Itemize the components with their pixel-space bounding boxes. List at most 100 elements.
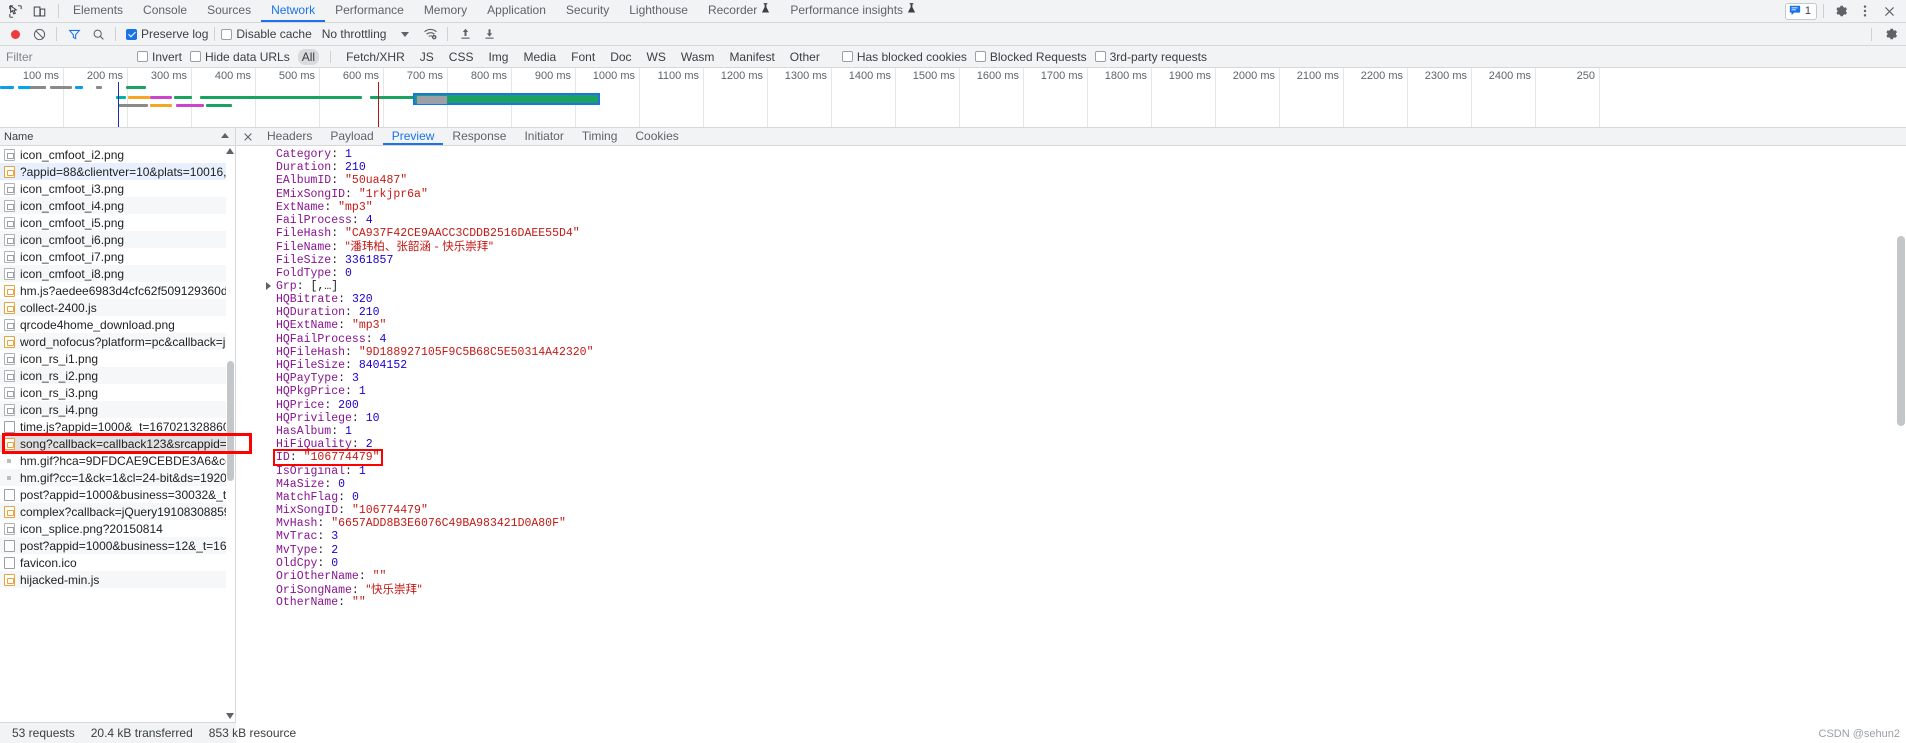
json-property-row[interactable]: M4aSize: 0 (236, 478, 1906, 491)
request-row[interactable]: qrcode4home_download.png (0, 316, 235, 333)
tab-network[interactable]: Network (261, 0, 326, 22)
json-property-row[interactable]: Grp: [,…] (236, 280, 1906, 293)
request-row[interactable]: hijacked-min.js (0, 571, 235, 588)
request-row[interactable]: icon_rs_i3.png (0, 384, 235, 401)
throttling-dropdown[interactable]: No throttling (320, 27, 412, 41)
tab-performance[interactable]: Performance (325, 0, 414, 22)
detail-tab-headers[interactable]: Headers (258, 128, 321, 145)
json-property-row[interactable]: FoldType: 0 (236, 267, 1906, 280)
json-property-row[interactable]: HQPkgPrice: 1 (236, 385, 1906, 398)
request-row[interactable]: icon_rs_i2.png (0, 367, 235, 384)
request-row[interactable]: ?appid=88&clientver=10&plats=10016,10017… (0, 163, 235, 180)
json-property-row[interactable]: HQExtName: "mp3" (236, 319, 1906, 332)
json-property-row[interactable]: MatchFlag: 0 (236, 491, 1906, 504)
request-row[interactable]: complex?callback=jQuery19108308859998824… (0, 503, 235, 520)
request-row[interactable]: word_nofocus?platform=pc&callback=jQuery… (0, 333, 235, 350)
request-row[interactable]: post?appid=1000&business=12&_t=167021328… (0, 537, 235, 554)
detail-tab-payload[interactable]: Payload (321, 128, 382, 145)
json-property-row[interactable]: HQBitrate: 320 (236, 293, 1906, 306)
record-button[interactable] (4, 24, 26, 45)
search-icon[interactable] (87, 24, 109, 45)
filter-type-js[interactable]: JS (416, 49, 438, 65)
network-overview-timeline[interactable]: 100 ms 200 ms 300 ms 400 ms 500 ms 600 ms 700 … (0, 68, 1906, 128)
json-property-row[interactable]: OriSongName: "快乐崇拜" (236, 583, 1906, 598)
json-property-row[interactable]: HQFileSize: 8404152 (236, 359, 1906, 372)
request-row[interactable]: icon_cmfoot_i4.png (0, 197, 235, 214)
filter-type-ws[interactable]: WS (643, 49, 670, 65)
blocked-requests-checkbox[interactable]: Blocked Requests (974, 50, 1087, 64)
inspect-element-icon[interactable] (4, 1, 26, 22)
clear-button[interactable] (28, 24, 50, 45)
json-property-row[interactable]: OldCpy: 0 (236, 557, 1906, 570)
json-property-row[interactable]: ID: "106774479" (236, 451, 1906, 464)
more-options-icon[interactable] (1854, 1, 1876, 22)
sort-ascending-icon[interactable] (221, 133, 229, 138)
detail-tab-preview[interactable]: Preview (382, 128, 444, 145)
request-row[interactable]: hm.gif?hca=9DFDCAE9CEBDE3A6&cc=1&ck=1. (0, 452, 235, 469)
json-property-row[interactable]: MvHash: "6657ADD8B3E6076C49BA983421D0A80… (236, 517, 1906, 530)
request-row[interactable]: collect-2400.js (0, 299, 235, 316)
filter-type-font[interactable]: Font (567, 49, 599, 65)
filter-type-css[interactable]: CSS (445, 49, 478, 65)
json-property-row[interactable]: MvTrac: 3 (236, 530, 1906, 543)
request-row[interactable]: post?appid=1000&business=30032&_t=167021 (0, 486, 235, 503)
filter-type-wasm[interactable]: Wasm (677, 49, 719, 65)
third-party-requests-checkbox[interactable]: 3rd-party requests (1094, 50, 1207, 64)
json-property-row[interactable]: Duration: 210 (236, 161, 1906, 174)
json-property-row[interactable]: HQPayType: 3 (236, 372, 1906, 385)
has-blocked-cookies-checkbox[interactable]: Has blocked cookies (841, 50, 967, 64)
disable-cache-checkbox[interactable]: Disable cache (221, 27, 312, 41)
scrollbar-thumb[interactable] (227, 361, 234, 481)
request-row[interactable]: song?callback=callback123&srcappid=2919&… (0, 435, 235, 452)
tab-lighthouse[interactable]: Lighthouse (619, 0, 698, 22)
request-row[interactable]: icon_cmfoot_i3.png (0, 180, 235, 197)
json-property-row[interactable]: HQPrivilege: 10 (236, 412, 1906, 425)
request-row[interactable]: hm.gif?cc=1&ck=1&cl=24-bit&ds=1920x10808 (0, 469, 235, 486)
tab-application[interactable]: Application (477, 0, 556, 22)
close-detail-icon[interactable] (238, 128, 258, 145)
filter-type-manifest[interactable]: Manifest (725, 49, 778, 65)
preserve-log-checkbox[interactable]: Preserve log (126, 27, 208, 41)
json-property-row[interactable]: MvType: 2 (236, 544, 1906, 557)
request-list-scrollbar[interactable] (226, 146, 235, 722)
request-row[interactable]: icon_cmfoot_i8.png (0, 265, 235, 282)
expand-triangle-icon[interactable] (266, 281, 271, 290)
filter-input[interactable] (4, 48, 129, 65)
json-property-row[interactable]: HQPrice: 200 (236, 399, 1906, 412)
request-row[interactable]: icon_cmfoot_i6.png (0, 231, 235, 248)
filter-type-fetch-xhr[interactable]: Fetch/XHR (342, 49, 409, 65)
export-har-icon[interactable] (478, 24, 500, 45)
close-devtools-icon[interactable] (1878, 1, 1900, 22)
tab-sources[interactable]: Sources (197, 0, 261, 22)
json-property-row[interactable]: Category: 1 (236, 148, 1906, 161)
json-property-row[interactable]: HQDuration: 210 (236, 306, 1906, 319)
request-row[interactable]: favicon.ico (0, 554, 235, 571)
tab-memory[interactable]: Memory (414, 0, 477, 22)
request-row[interactable]: time.js?appid=1000&_t=1670213288606&_r=0… (0, 418, 235, 435)
filter-type-media[interactable]: Media (519, 49, 560, 65)
json-property-row[interactable]: HiFiQuality: 2 (236, 438, 1906, 451)
json-preview-body[interactable]: Category: 1 Duration: 210 EAlbumID: "50ua4… (236, 146, 1906, 743)
detail-tab-cookies[interactable]: Cookies (626, 128, 687, 145)
request-row[interactable]: icon_cmfoot_i2.png (0, 146, 235, 163)
request-row[interactable]: icon_rs_i1.png (0, 350, 235, 367)
json-property-row[interactable]: MixSongID: "106774479" (236, 504, 1906, 517)
json-property-row[interactable]: HasAlbum: 1 (236, 425, 1906, 438)
tab-recorder[interactable]: Recorder (698, 0, 780, 22)
detail-tab-initiator[interactable]: Initiator (515, 128, 572, 145)
detail-tab-timing[interactable]: Timing (573, 128, 627, 145)
settings-gear-icon[interactable] (1830, 1, 1852, 22)
column-header-name[interactable]: Name (4, 131, 33, 143)
tab-console[interactable]: Console (133, 0, 197, 22)
filter-type-img[interactable]: Img (484, 49, 512, 65)
tab-elements[interactable]: Elements (63, 0, 133, 22)
json-property-row[interactable]: HQFailProcess: 4 (236, 333, 1906, 346)
request-rows[interactable]: icon_cmfoot_i2.png ?appid=88&clientver=10… (0, 146, 235, 743)
request-row[interactable]: hm.js?aedee6983d4cfc62f509129360d6bb3d (0, 282, 235, 299)
hide-data-urls-checkbox[interactable]: Hide data URLs (190, 50, 290, 64)
json-property-row[interactable]: OtherName: "" (236, 596, 1906, 609)
scroll-up-arrow-icon[interactable] (226, 148, 234, 154)
json-property-row[interactable]: ExtName: "mp3" (236, 201, 1906, 214)
json-property-row[interactable]: EMixSongID: "1rkjpr6a" (236, 188, 1906, 201)
network-conditions-icon[interactable] (419, 24, 441, 45)
